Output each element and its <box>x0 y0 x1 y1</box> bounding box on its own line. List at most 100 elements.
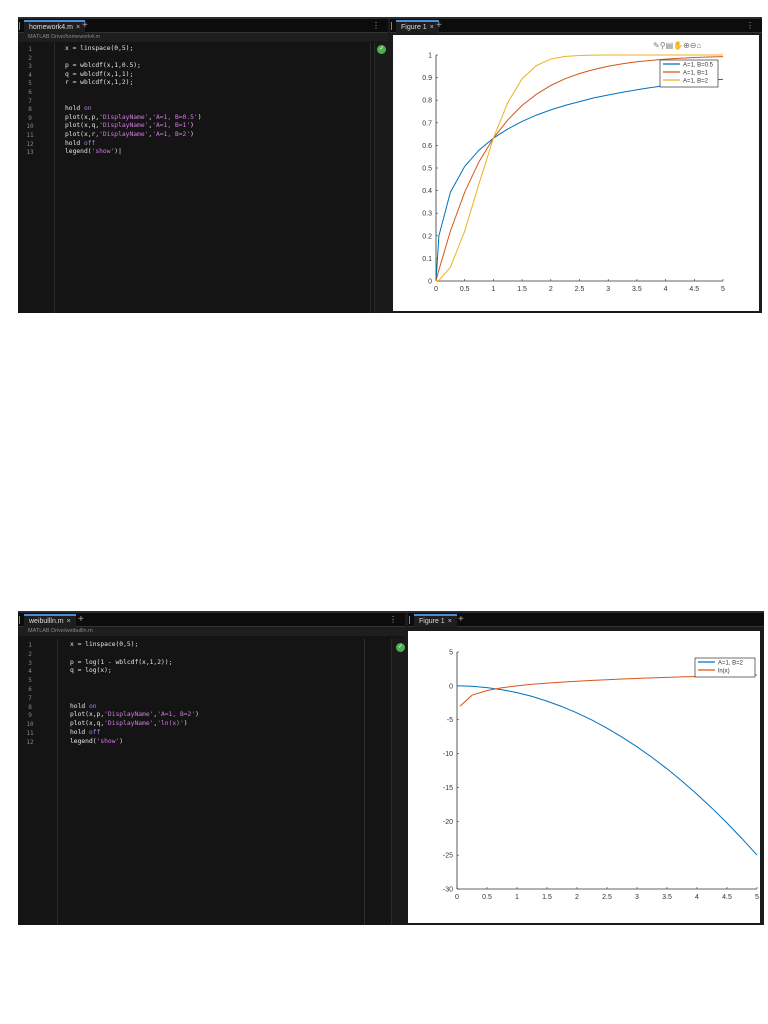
x-tick-label: 4 <box>664 286 668 293</box>
tab-label: Figure 1 <box>419 618 445 625</box>
add-tab-icon[interactable]: + <box>82 20 88 32</box>
series-line-1 <box>435 56 724 282</box>
line-number: 6 <box>28 89 32 96</box>
code-token: hold <box>65 105 84 113</box>
line-number: 11 <box>26 132 34 139</box>
tab-label: Figure 1 <box>401 24 427 31</box>
code-token: x = linspace(0,5); <box>65 45 134 52</box>
code-line: q = log(x); <box>70 667 112 674</box>
x-tick-label: 4.5 <box>722 894 732 901</box>
code-token: ) <box>183 720 188 728</box>
y-tick-label: 0.2 <box>422 233 432 240</box>
code-token: ) <box>197 113 202 121</box>
zoom-in-icon[interactable]: ⊕ <box>683 41 690 50</box>
more-options-icon[interactable]: ⋮ <box>389 615 397 624</box>
zoom-out-icon[interactable]: ⊖ <box>690 41 697 50</box>
home-icon[interactable]: ⌂ <box>697 41 702 50</box>
matlab-screenshot-1: homework4.m × + ⋮ MATLAB Drive/homework4.… <box>18 17 762 313</box>
line-number: 12 <box>26 140 34 148</box>
figure-tab[interactable]: Figure 1 × <box>396 20 439 33</box>
line-number: 5 <box>28 80 32 88</box>
legend-entry: A=1, B=2 <box>718 661 744 667</box>
close-icon[interactable]: × <box>76 24 80 31</box>
legend-entry: ln(x) <box>718 669 730 675</box>
x-tick-label: 2 <box>549 286 553 293</box>
line-number: 3 <box>28 63 32 71</box>
code-line: hold off <box>70 729 100 736</box>
code-token: hold <box>70 702 89 710</box>
code-token: x = linspace(0,5); <box>70 641 139 648</box>
editor-tab[interactable]: weibullln.m × <box>24 614 76 627</box>
y-tick-label: 0.7 <box>422 120 432 127</box>
x-tick-label: 0 <box>455 894 459 901</box>
y-tick-label: 0.8 <box>422 98 432 105</box>
code-token: 'ln(x)' <box>157 720 184 728</box>
code-token: ) <box>190 131 194 138</box>
code-token: ) <box>195 711 199 719</box>
x-tick-label: 0 <box>434 286 438 293</box>
add-tab-icon[interactable]: + <box>458 614 464 626</box>
code-editor[interactable]: ✓ 1 x = linspace(0,5); 2 3 p = wblcdf(x,1,0.… <box>18 43 388 313</box>
close-icon[interactable]: × <box>67 618 71 625</box>
y-tick-label: 5 <box>449 650 453 657</box>
tab-label: weibullln.m <box>29 618 64 625</box>
x-tick-label: 1 <box>515 894 519 901</box>
code-token: off <box>83 139 96 147</box>
drag-handle[interactable] <box>19 22 21 30</box>
figure-tab[interactable]: Figure 1 × <box>414 614 457 627</box>
line-number: 11 <box>26 730 34 737</box>
code-line: plot(x,p,'DisplayName','A=1, B=0.5') <box>65 114 202 121</box>
y-tick-label: 0.3 <box>422 211 432 218</box>
add-tab-icon[interactable]: + <box>436 20 442 32</box>
chart-2: 0 0.5 1 1.5 2 2.5 3 3.5 4 4.5 5 -30 -25 -20 -15 -10 -5 0 5… <box>443 650 759 902</box>
legend-entry: A=1, B=1 <box>683 71 709 77</box>
close-icon[interactable]: × <box>430 24 434 31</box>
code-editor[interactable]: ✓ 1 x = linspace(0,5); 2 3 p = log(1 - wblcd… <box>18 639 405 925</box>
export-icon[interactable]: ▤ <box>666 41 674 50</box>
code-token: legend( <box>70 737 97 745</box>
code-line: x = linspace(0,5); <box>70 641 138 648</box>
editor-tab[interactable]: homework4.m × <box>24 20 86 33</box>
editor-panel: weibullln.m × + ⋮ MATLAB Drive/weibullln.… <box>18 613 405 925</box>
drag-handle[interactable] <box>19 616 21 624</box>
legend-entry: A=1, B=0.5 <box>683 63 714 69</box>
code-line: hold off <box>65 140 95 147</box>
matlab-screenshot-2: weibullln.m × + ⋮ MATLAB Drive/weibullln.… <box>18 611 764 925</box>
code-line: plot(x,q,'DisplayName','A=1, B=1') <box>65 122 194 129</box>
line-number: 13 <box>26 149 34 157</box>
x-tick-label: 0.5 <box>460 286 470 293</box>
line-number: 3 <box>28 659 32 667</box>
add-tab-icon[interactable]: + <box>78 614 84 626</box>
x-tick-label: 2.5 <box>602 894 612 901</box>
line-number: 9 <box>28 712 32 720</box>
x-tick-label: 1 <box>491 286 495 293</box>
pan-icon[interactable]: ✋ <box>673 41 683 50</box>
code-token: 'DisplayName' <box>104 720 154 728</box>
close-icon[interactable]: × <box>448 618 452 625</box>
legend-entry: A=1, B=2 <box>683 79 709 85</box>
check-icon: ✓ <box>377 45 386 54</box>
line-number: 6 <box>28 686 32 693</box>
editor-tabbar: homework4.m × + ⋮ <box>18 19 388 33</box>
line-number: 1 <box>28 46 32 53</box>
figure-canvas: 0 0.5 1 1.5 2 2.5 3 3.5 4 4.5 5 -30 -25 -20 -15 -10 -5 0 5… <box>408 631 760 923</box>
code-token: plot(x,p, <box>65 113 100 121</box>
more-options-icon[interactable]: ⋮ <box>746 21 754 30</box>
drag-handle[interactable] <box>391 22 393 30</box>
more-options-icon[interactable]: ⋮ <box>372 21 380 30</box>
code-line: plot(x,p,'DisplayName','A=1, B=2') <box>70 711 199 718</box>
line-number: 4 <box>28 668 32 676</box>
code-line: hold on <box>65 105 92 112</box>
x-tick-label: 3.5 <box>662 894 672 901</box>
figure-tabbar: Figure 1 × + ⋮ <box>390 19 762 33</box>
drag-handle[interactable] <box>409 616 411 624</box>
x-tick-label: 4.5 <box>689 286 699 293</box>
series-line-0 <box>435 78 724 282</box>
x-tick-label: 3 <box>635 894 639 901</box>
code-token: 'A=1, B=2' <box>152 131 191 138</box>
code-line: p = wblcdf(x,1,0.5); <box>65 62 141 69</box>
code-token: plot(x,p, <box>70 711 105 719</box>
line-number: 5 <box>28 677 32 685</box>
brush-icon[interactable]: ✎ <box>653 41 660 50</box>
y-tick-label: 0.4 <box>422 188 432 195</box>
